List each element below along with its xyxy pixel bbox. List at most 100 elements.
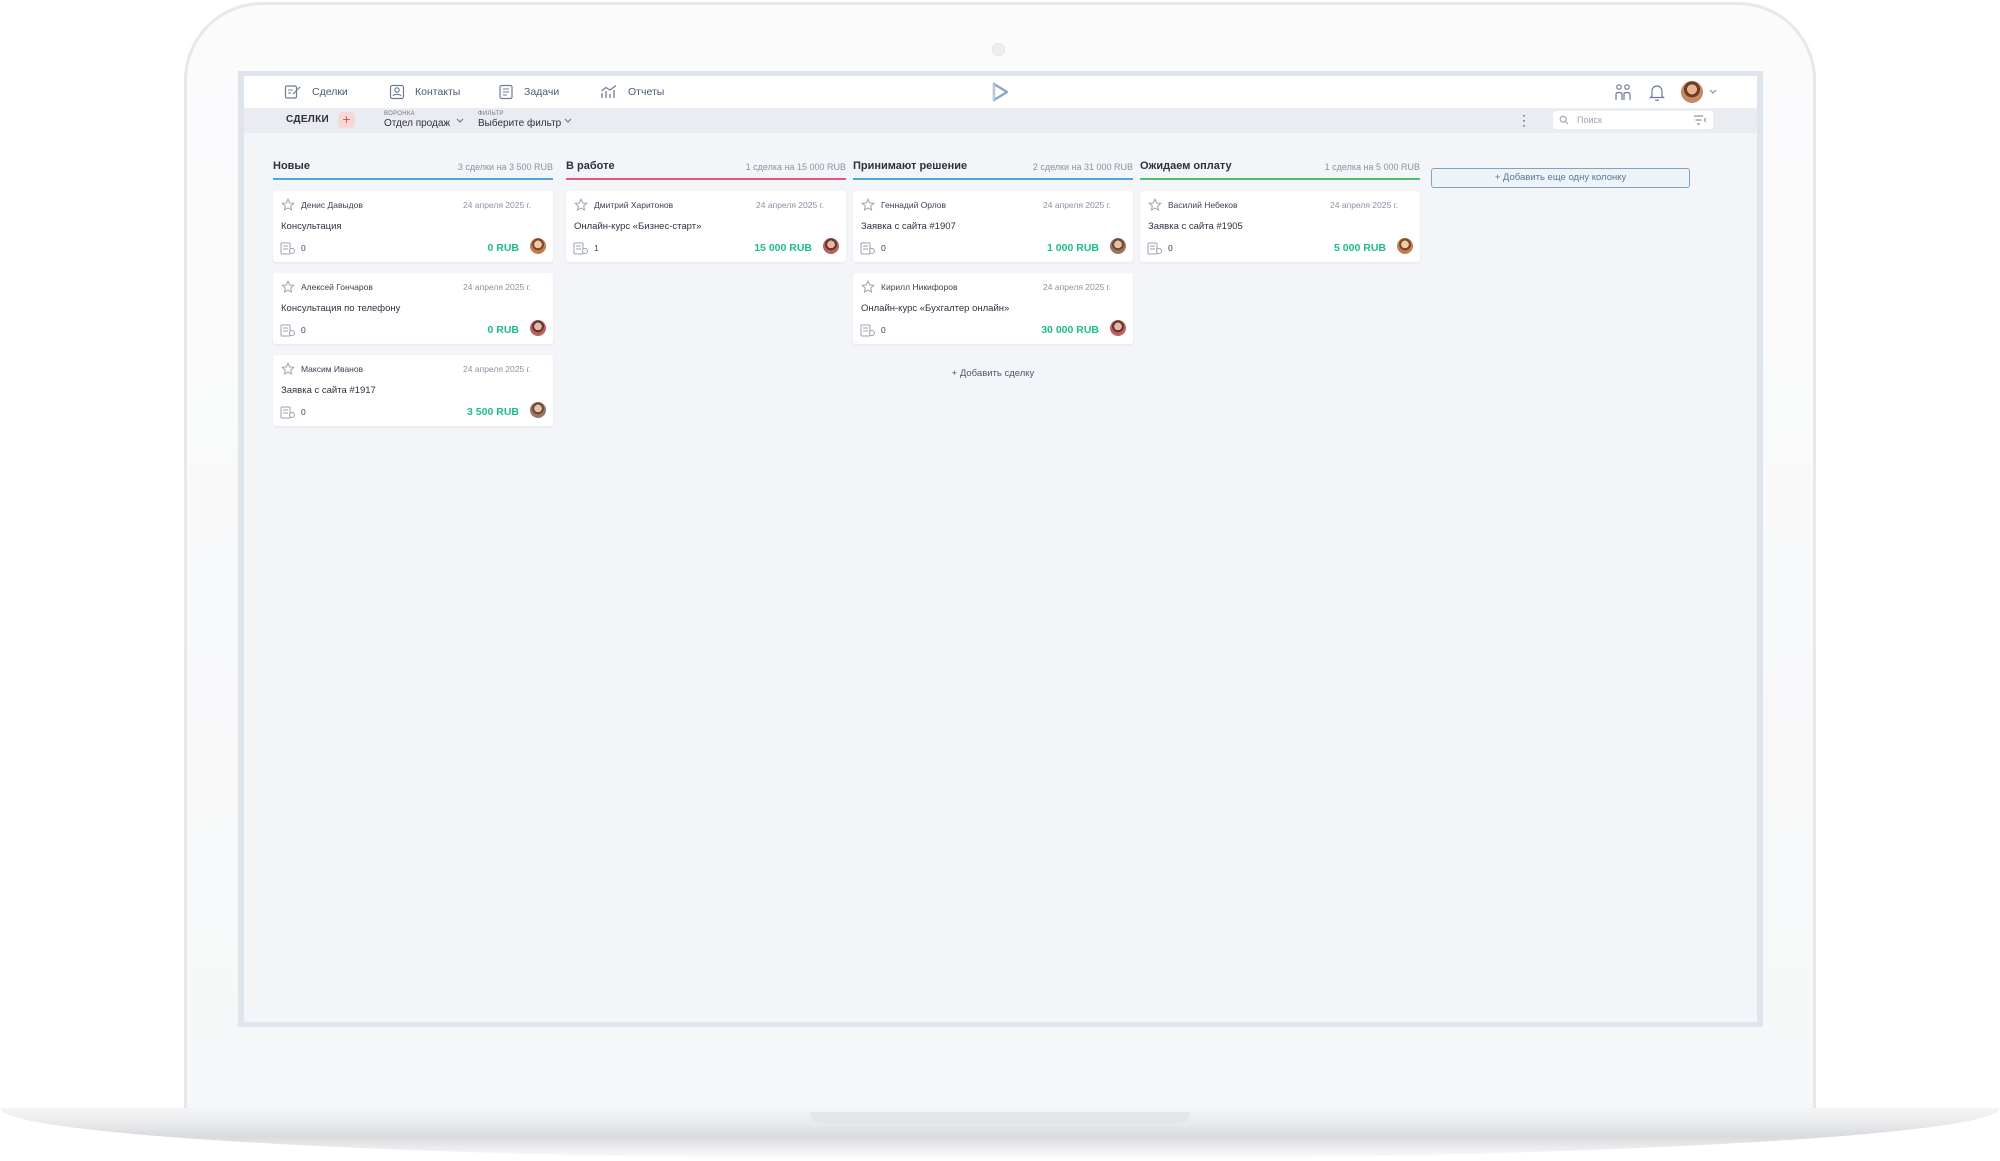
nav-label: Задачи [524, 86, 560, 98]
more-options-icon[interactable]: ⋮ [1517, 113, 1531, 127]
card-contact: Кирилл Никифоров [881, 282, 958, 292]
nav-item-tasks[interactable]: Задачи [498, 76, 559, 108]
add-deal-link[interactable]: + Добавить сделку [853, 368, 1133, 379]
card-avatar[interactable] [1110, 320, 1126, 336]
chevron-down-icon[interactable] [456, 118, 464, 124]
nav-label: Сделки [312, 86, 348, 98]
card-date: 24 апреля 2025 г. [463, 364, 531, 374]
card-contact: Алексей Гончаров [301, 282, 373, 292]
star-icon[interactable] [281, 280, 295, 294]
chevron-down-icon[interactable] [564, 118, 572, 124]
card-contact: Денис Давыдов [301, 200, 363, 210]
star-icon[interactable] [574, 198, 588, 212]
column-header: В работе 1 сделка на 15 000 RUB [566, 158, 846, 180]
funnel-label: ВОРОНКА [384, 111, 415, 117]
column-summary: 3 сделки на 3 500 RUB [457, 162, 553, 172]
deal-card[interactable]: Алексей Гончаров 24 апреля 2025 г. Консу… [273, 273, 553, 344]
documents-icon [860, 324, 875, 337]
search-box [1553, 111, 1713, 129]
nav-item-deals[interactable]: Сделки [284, 76, 348, 108]
card-avatar[interactable] [823, 238, 839, 254]
documents-icon [1147, 242, 1162, 255]
card-date: 24 апреля 2025 г. [1330, 200, 1398, 210]
filter-select[interactable]: ФИЛЬТР Выберите фильтр [478, 111, 561, 130]
card-task-count: 0 [881, 243, 886, 253]
column-summary: 2 сделки на 31 000 RUB [1032, 162, 1133, 172]
column-new: Новые 3 сделки на 3 500 RUB Денис Давыдо… [273, 158, 553, 426]
laptop-screen: Сделки Контакты Задачи Отчеты СДЕЛКИ + В… [238, 71, 1763, 1027]
star-icon[interactable] [861, 198, 875, 212]
documents-icon [860, 242, 875, 255]
page-title: СДЕЛКИ [286, 114, 329, 125]
chevron-down-icon[interactable] [1709, 89, 1717, 95]
card-date: 24 апреля 2025 г. [756, 200, 824, 210]
filter-label: ФИЛЬТР [478, 111, 504, 117]
star-icon[interactable] [281, 198, 295, 212]
logo-play-icon [992, 82, 1009, 102]
card-title: Консультация [281, 221, 342, 232]
star-icon[interactable] [281, 362, 295, 376]
card-avatar[interactable] [530, 238, 546, 254]
funnel-select[interactable]: ВОРОНКА Отдел продаж [384, 111, 450, 130]
card-date: 24 апреля 2025 г. [463, 200, 531, 210]
documents-icon [573, 242, 588, 255]
search-icon [1559, 115, 1569, 125]
card-amount: 30 000 RUB [1041, 324, 1099, 336]
card-date: 24 апреля 2025 г. [1043, 200, 1111, 210]
card-date: 24 апреля 2025 г. [1043, 282, 1111, 292]
card-task-count: 0 [301, 407, 306, 417]
card-contact: Василий Небеков [1168, 200, 1238, 210]
search-input[interactable] [1575, 114, 1689, 126]
column-header: Новые 3 сделки на 3 500 RUB [273, 158, 553, 180]
card-task-count: 0 [881, 325, 886, 335]
card-task-count: 1 [594, 243, 599, 253]
star-icon[interactable] [861, 280, 875, 294]
deal-card[interactable]: Денис Давыдов 24 апреля 2025 г. Консульт… [273, 191, 553, 262]
column-summary: 1 сделка на 15 000 RUB [745, 162, 846, 172]
column-awaiting-payment: Ожидаем оплату 1 сделка на 5 000 RUB Вас… [1140, 158, 1420, 262]
card-contact: Геннадий Орлов [881, 200, 947, 210]
card-title: Заявка с сайта #1907 [861, 221, 956, 232]
filter-settings-icon[interactable] [1693, 114, 1707, 126]
top-right-controls [1613, 76, 1717, 108]
card-amount: 15 000 RUB [754, 242, 812, 254]
card-avatar[interactable] [530, 320, 546, 336]
camera-dot [992, 43, 1005, 56]
card-avatar[interactable] [530, 402, 546, 418]
deal-card[interactable]: Максим Иванов 24 апреля 2025 г. Заявка с… [273, 355, 553, 426]
column-header: Принимают решение 2 сделки на 31 000 RUB [853, 158, 1133, 180]
deal-card[interactable]: Дмитрий Харитонов 24 апреля 2025 г. Онла… [566, 191, 846, 262]
documents-icon [280, 324, 295, 337]
deal-card[interactable]: Геннадий Орлов 24 апреля 2025 г. Заявка … [853, 191, 1133, 262]
card-amount: 0 RUB [487, 324, 519, 336]
nav-item-reports[interactable]: Отчеты [600, 76, 664, 108]
documents-icon [280, 406, 295, 419]
card-task-count: 0 [301, 243, 306, 253]
nav-item-contacts[interactable]: Контакты [389, 76, 460, 108]
deal-card[interactable]: Кирилл Никифоров 24 апреля 2025 г. Онлай… [853, 273, 1133, 344]
card-contact: Максим Иванов [301, 364, 364, 374]
column-decision: Принимают решение 2 сделки на 31 000 RUB… [853, 158, 1133, 379]
team-icon[interactable] [1613, 83, 1633, 101]
card-date: 24 апреля 2025 г. [463, 282, 531, 292]
add-column-button[interactable]: + Добавить еще одну колонку [1431, 168, 1690, 188]
nav-label: Контакты [415, 86, 461, 98]
card-title: Заявка с сайта #1917 [281, 385, 376, 396]
card-amount: 3 500 RUB [467, 406, 519, 418]
reports-icon [601, 85, 617, 98]
card-avatar[interactable] [1397, 238, 1413, 254]
deal-card[interactable]: Василий Небеков 24 апреля 2025 г. Заявка… [1140, 191, 1420, 262]
card-amount: 0 RUB [487, 242, 519, 254]
top-navigation: Сделки Контакты Задачи Отчеты [244, 76, 1757, 108]
bell-icon[interactable] [1649, 83, 1665, 101]
card-amount: 5 000 RUB [1334, 242, 1386, 254]
filter-value: Выберите фильтр [478, 118, 562, 129]
app-logo[interactable] [990, 82, 1010, 107]
star-icon[interactable] [1148, 198, 1162, 212]
card-contact: Дмитрий Харитонов [594, 200, 674, 210]
user-avatar[interactable] [1681, 81, 1703, 103]
funnel-value: Отдел продаж [384, 118, 451, 129]
card-avatar[interactable] [1110, 238, 1126, 254]
toolbar: СДЕЛКИ + ВОРОНКА Отдел продаж ФИЛЬТР Выб… [244, 108, 1757, 133]
add-deal-button[interactable]: + [338, 112, 355, 128]
